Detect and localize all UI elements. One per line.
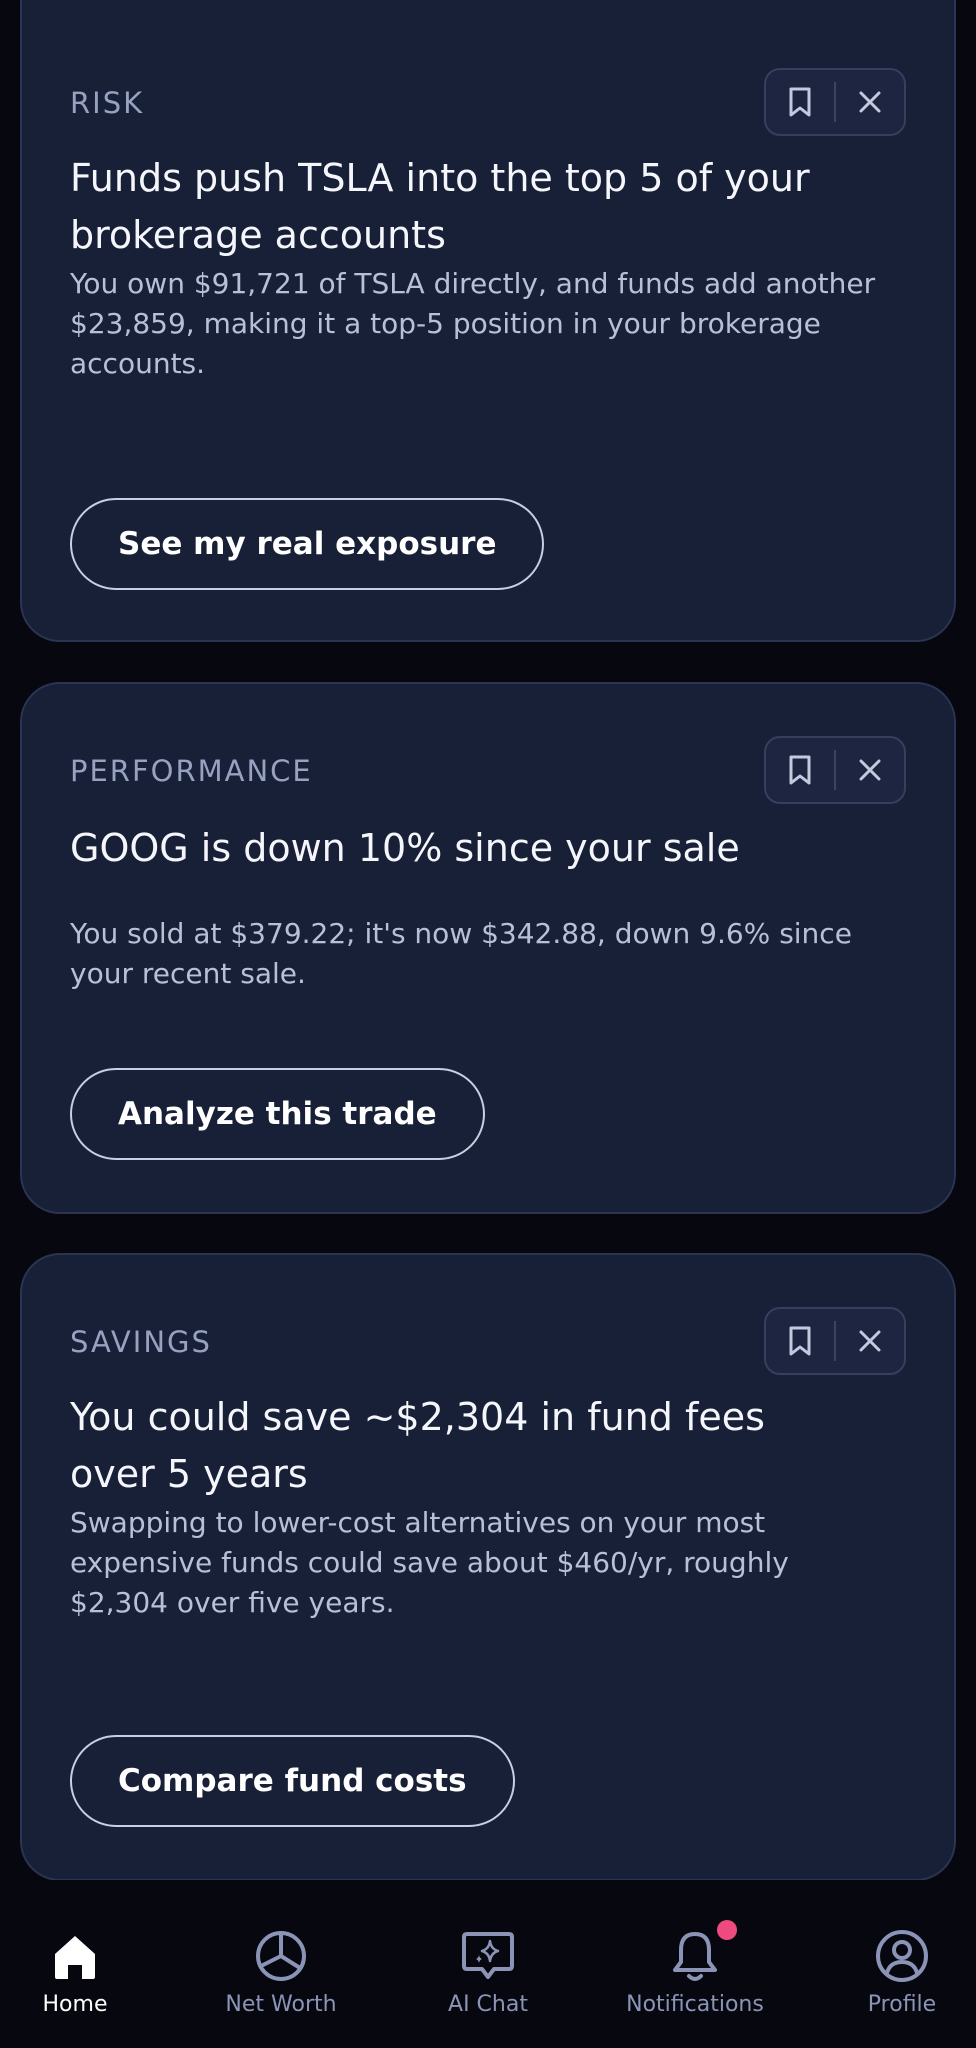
bookmark-button[interactable] (766, 1309, 834, 1373)
dismiss-button[interactable] (836, 738, 904, 802)
nav-label: Profile (867, 1992, 937, 2017)
card-title: You could save ~$2,304 in fund fees over… (70, 1395, 765, 1496)
bookmark-button[interactable] (766, 70, 834, 134)
nav-label: Net Worth (225, 1992, 337, 2017)
card-title: GOOG is down 10% since your sale (70, 826, 740, 870)
bookmark-icon (789, 87, 811, 117)
nav-item-net-worth[interactable]: Net Worth (181, 1928, 381, 2038)
see-exposure-button[interactable]: See my real exposure (70, 498, 545, 590)
insight-card-risk: RISK Funds push TSLA into the top 5 of y… (20, 0, 956, 642)
card-title: Funds push TSLA into the top 5 of your b… (70, 156, 810, 257)
pie-chart-icon (256, 1931, 306, 1981)
dismiss-button[interactable] (836, 1309, 904, 1373)
nav-label: Notifications (626, 1992, 764, 2017)
notification-badge (717, 1920, 737, 1940)
compare-fund-costs-button[interactable]: Compare fund costs (70, 1735, 515, 1827)
nav-label: AI Chat (448, 1992, 528, 2017)
insight-card-performance: PERFORMANCE GOOG is down 10% since your … (20, 682, 956, 1214)
bookmark-button[interactable] (766, 738, 834, 802)
bookmark-icon (789, 755, 811, 785)
insight-card-savings: SAVINGS You could save ~$2,304 in fund f… (20, 1253, 956, 1881)
sparkle-chat-icon (462, 1932, 514, 1979)
card-category: RISK (70, 86, 145, 120)
nav-item-ai-chat[interactable]: AI Chat (388, 1928, 588, 2038)
card-category: SAVINGS (70, 1325, 212, 1359)
home-icon (55, 1936, 95, 1979)
card-body: You sold at $379.22; it's now $342.88, d… (70, 917, 852, 990)
close-icon (859, 91, 881, 113)
nav-label: Home (42, 1992, 108, 2017)
card-body: You own $91,721 of TSLA directly, and fu… (70, 267, 876, 380)
analyze-trade-button[interactable]: Analyze this trade (70, 1068, 485, 1160)
bottom-nav: Home Net Worth AI Chat Notifications Pro… (0, 1880, 976, 2048)
close-icon (859, 1330, 881, 1352)
close-icon (859, 759, 881, 781)
card-actions (764, 1307, 906, 1375)
bell-icon (673, 1932, 717, 1981)
nav-item-home[interactable]: Home (0, 1928, 175, 2038)
card-actions (764, 68, 906, 136)
nav-item-profile[interactable]: Profile (802, 1928, 976, 2038)
card-actions (764, 736, 906, 804)
card-body: Swapping to lower-cost alternatives on y… (70, 1506, 789, 1619)
profile-icon (876, 1930, 928, 1982)
bookmark-icon (789, 1326, 811, 1356)
nav-item-notifications[interactable]: Notifications (595, 1920, 795, 2038)
dismiss-button[interactable] (836, 70, 904, 134)
card-category: PERFORMANCE (70, 754, 313, 788)
